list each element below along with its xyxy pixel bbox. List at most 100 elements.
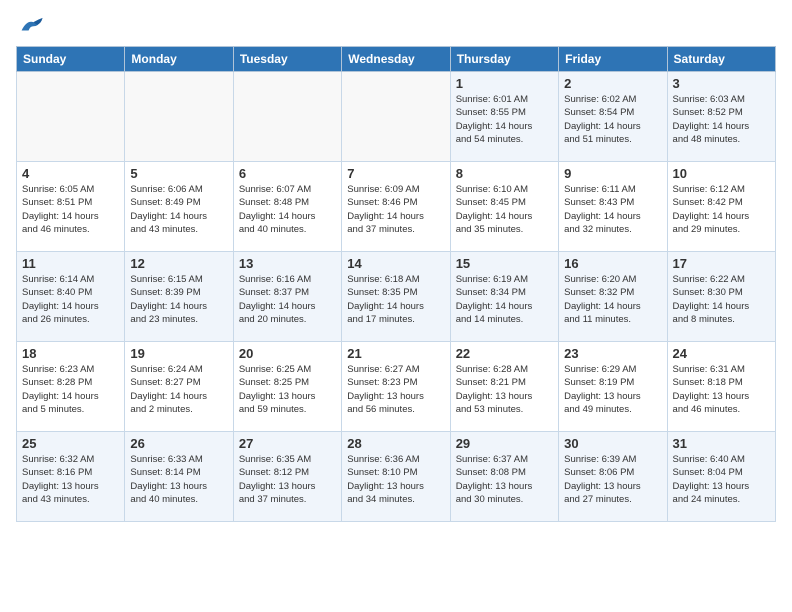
calendar-cell: 28 Sunrise: 6:36 AM Sunset: 8:10 PM Dayli… xyxy=(342,432,450,522)
calendar-cell: 8 Sunrise: 6:10 AM Sunset: 8:45 PM Daylig… xyxy=(450,162,558,252)
day-number: 1 xyxy=(456,76,553,91)
day-number: 3 xyxy=(673,76,770,91)
day-detail: Sunrise: 6:12 AM Sunset: 8:42 PM Dayligh… xyxy=(673,183,770,236)
day-detail: Sunrise: 6:37 AM Sunset: 8:08 PM Dayligh… xyxy=(456,453,553,506)
day-detail: Sunrise: 6:10 AM Sunset: 8:45 PM Dayligh… xyxy=(456,183,553,236)
day-number: 19 xyxy=(130,346,227,361)
day-number: 2 xyxy=(564,76,661,91)
day-detail: Sunrise: 6:35 AM Sunset: 8:12 PM Dayligh… xyxy=(239,453,336,506)
day-detail: Sunrise: 6:22 AM Sunset: 8:30 PM Dayligh… xyxy=(673,273,770,326)
day-number: 15 xyxy=(456,256,553,271)
calendar-cell: 17 Sunrise: 6:22 AM Sunset: 8:30 PM Dayli… xyxy=(667,252,775,342)
day-detail: Sunrise: 6:19 AM Sunset: 8:34 PM Dayligh… xyxy=(456,273,553,326)
calendar-header-row: SundayMondayTuesdayWednesdayThursdayFrid… xyxy=(17,47,776,72)
calendar-week-row: 4Sunrise: 6:05 AM Sunset: 8:51 PM Daylig… xyxy=(17,162,776,252)
calendar-cell: 15 Sunrise: 6:19 AM Sunset: 8:34 PM Dayli… xyxy=(450,252,558,342)
day-detail: Sunrise: 6:31 AM Sunset: 8:18 PM Dayligh… xyxy=(673,363,770,416)
day-number: 14 xyxy=(347,256,444,271)
calendar-cell xyxy=(17,72,125,162)
day-number: 25 xyxy=(22,436,119,451)
calendar-cell: 24 Sunrise: 6:31 AM Sunset: 8:18 PM Dayli… xyxy=(667,342,775,432)
calendar-week-row: 1 Sunrise: 6:01 AM Sunset: 8:55 PM Daylig… xyxy=(17,72,776,162)
day-detail: Sunrise: 6:14 AM Sunset: 8:40 PM Dayligh… xyxy=(22,273,119,326)
calendar-cell: 10 Sunrise: 6:12 AM Sunset: 8:42 PM Dayli… xyxy=(667,162,775,252)
calendar-cell xyxy=(233,72,341,162)
calendar-week-row: 11 Sunrise: 6:14 AM Sunset: 8:40 PM Dayli… xyxy=(17,252,776,342)
calendar-week-row: 18 Sunrise: 6:23 AM Sunset: 8:28 PM Dayli… xyxy=(17,342,776,432)
calendar-cell: 9 Sunrise: 6:11 AM Sunset: 8:43 PM Daylig… xyxy=(559,162,667,252)
day-number: 4 xyxy=(22,166,119,181)
day-number: 21 xyxy=(347,346,444,361)
day-detail: Sunrise: 6:15 AM Sunset: 8:39 PM Dayligh… xyxy=(130,273,227,326)
day-detail: Sunrise: 6:07 AM Sunset: 8:48 PM Dayligh… xyxy=(239,183,336,236)
day-number: 24 xyxy=(673,346,770,361)
calendar-cell: 25 Sunrise: 6:32 AM Sunset: 8:16 PM Dayli… xyxy=(17,432,125,522)
day-number: 16 xyxy=(564,256,661,271)
calendar-cell: 4Sunrise: 6:05 AM Sunset: 8:51 PM Daylig… xyxy=(17,162,125,252)
day-number: 10 xyxy=(673,166,770,181)
calendar-cell: 23 Sunrise: 6:29 AM Sunset: 8:19 PM Dayli… xyxy=(559,342,667,432)
calendar-table: SundayMondayTuesdayWednesdayThursdayFrid… xyxy=(16,46,776,522)
calendar-cell: 1 Sunrise: 6:01 AM Sunset: 8:55 PM Daylig… xyxy=(450,72,558,162)
day-detail: Sunrise: 6:39 AM Sunset: 8:06 PM Dayligh… xyxy=(564,453,661,506)
calendar-cell: 5 Sunrise: 6:06 AM Sunset: 8:49 PM Daylig… xyxy=(125,162,233,252)
day-detail: Sunrise: 6:25 AM Sunset: 8:25 PM Dayligh… xyxy=(239,363,336,416)
day-number: 6 xyxy=(239,166,336,181)
weekday-header-saturday: Saturday xyxy=(667,47,775,72)
day-number: 22 xyxy=(456,346,553,361)
calendar-cell: 14 Sunrise: 6:18 AM Sunset: 8:35 PM Dayli… xyxy=(342,252,450,342)
day-detail: Sunrise: 6:36 AM Sunset: 8:10 PM Dayligh… xyxy=(347,453,444,506)
day-number: 7 xyxy=(347,166,444,181)
day-number: 8 xyxy=(456,166,553,181)
calendar-cell: 6 Sunrise: 6:07 AM Sunset: 8:48 PM Daylig… xyxy=(233,162,341,252)
day-detail: Sunrise: 6:32 AM Sunset: 8:16 PM Dayligh… xyxy=(22,453,119,506)
day-detail: Sunrise: 6:23 AM Sunset: 8:28 PM Dayligh… xyxy=(22,363,119,416)
weekday-header-sunday: Sunday xyxy=(17,47,125,72)
day-number: 11 xyxy=(22,256,119,271)
day-number: 5 xyxy=(130,166,227,181)
day-detail: Sunrise: 6:40 AM Sunset: 8:04 PM Dayligh… xyxy=(673,453,770,506)
calendar-cell: 29 Sunrise: 6:37 AM Sunset: 8:08 PM Dayli… xyxy=(450,432,558,522)
day-number: 28 xyxy=(347,436,444,451)
day-detail: Sunrise: 6:24 AM Sunset: 8:27 PM Dayligh… xyxy=(130,363,227,416)
calendar-cell: 19 Sunrise: 6:24 AM Sunset: 8:27 PM Dayli… xyxy=(125,342,233,432)
day-number: 18 xyxy=(22,346,119,361)
day-detail: Sunrise: 6:01 AM Sunset: 8:55 PM Dayligh… xyxy=(456,93,553,146)
day-number: 9 xyxy=(564,166,661,181)
calendar-week-row: 25 Sunrise: 6:32 AM Sunset: 8:16 PM Dayli… xyxy=(17,432,776,522)
calendar-cell: 22 Sunrise: 6:28 AM Sunset: 8:21 PM Dayli… xyxy=(450,342,558,432)
page-header xyxy=(16,16,776,38)
weekday-header-tuesday: Tuesday xyxy=(233,47,341,72)
day-detail: Sunrise: 6:11 AM Sunset: 8:43 PM Dayligh… xyxy=(564,183,661,236)
day-number: 20 xyxy=(239,346,336,361)
day-detail: Sunrise: 6:18 AM Sunset: 8:35 PM Dayligh… xyxy=(347,273,444,326)
calendar-cell: 7 Sunrise: 6:09 AM Sunset: 8:46 PM Daylig… xyxy=(342,162,450,252)
calendar-cell: 16Sunrise: 6:20 AM Sunset: 8:32 PM Dayli… xyxy=(559,252,667,342)
calendar-cell: 3Sunrise: 6:03 AM Sunset: 8:52 PM Daylig… xyxy=(667,72,775,162)
day-detail: Sunrise: 6:06 AM Sunset: 8:49 PM Dayligh… xyxy=(130,183,227,236)
day-number: 12 xyxy=(130,256,227,271)
day-number: 27 xyxy=(239,436,336,451)
calendar-cell: 2Sunrise: 6:02 AM Sunset: 8:54 PM Daylig… xyxy=(559,72,667,162)
day-detail: Sunrise: 6:33 AM Sunset: 8:14 PM Dayligh… xyxy=(130,453,227,506)
day-number: 17 xyxy=(673,256,770,271)
day-detail: Sunrise: 6:09 AM Sunset: 8:46 PM Dayligh… xyxy=(347,183,444,236)
weekday-header-monday: Monday xyxy=(125,47,233,72)
weekday-header-thursday: Thursday xyxy=(450,47,558,72)
day-number: 23 xyxy=(564,346,661,361)
calendar-cell: 21Sunrise: 6:27 AM Sunset: 8:23 PM Dayli… xyxy=(342,342,450,432)
day-number: 29 xyxy=(456,436,553,451)
calendar-cell xyxy=(342,72,450,162)
calendar-cell: 26 Sunrise: 6:33 AM Sunset: 8:14 PM Dayli… xyxy=(125,432,233,522)
day-detail: Sunrise: 6:29 AM Sunset: 8:19 PM Dayligh… xyxy=(564,363,661,416)
day-detail: Sunrise: 6:28 AM Sunset: 8:21 PM Dayligh… xyxy=(456,363,553,416)
day-number: 26 xyxy=(130,436,227,451)
day-detail: Sunrise: 6:16 AM Sunset: 8:37 PM Dayligh… xyxy=(239,273,336,326)
day-number: 30 xyxy=(564,436,661,451)
day-number: 31 xyxy=(673,436,770,451)
logo-bird-icon xyxy=(16,16,44,38)
calendar-cell: 12 Sunrise: 6:15 AM Sunset: 8:39 PM Dayli… xyxy=(125,252,233,342)
calendar-cell: 20 Sunrise: 6:25 AM Sunset: 8:25 PM Dayli… xyxy=(233,342,341,432)
calendar-cell: 31 Sunrise: 6:40 AM Sunset: 8:04 PM Dayli… xyxy=(667,432,775,522)
logo xyxy=(16,16,48,38)
